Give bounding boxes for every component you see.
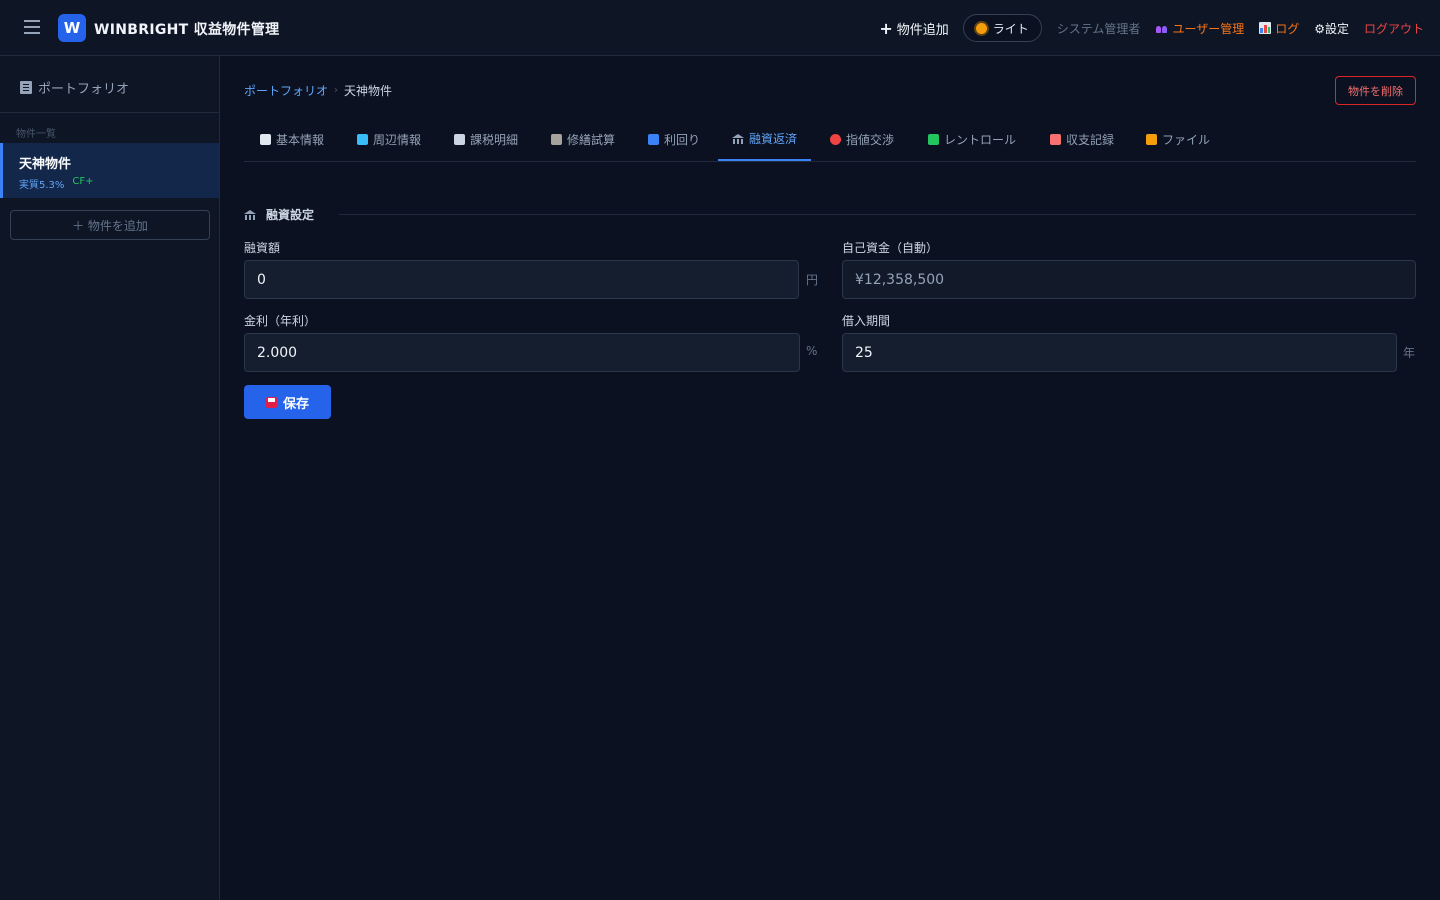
house-icon — [928, 134, 939, 145]
property-yield: 実質5.3% — [19, 180, 65, 191]
user-management-label: ユーザー管理 — [1172, 21, 1245, 36]
tab-bar: 基本情報 周辺情報 課税明細 修繕試算 利回り 融資返済 指値交渉 レントロール… — [244, 118, 1416, 162]
log-label: ログ — [1275, 21, 1300, 36]
add-property-button[interactable]: + 物件追加 — [879, 19, 948, 38]
sidebar-add-property-button[interactable]: ＋ 物件を追加 — [10, 210, 210, 240]
top-bar: W WINBRIGHT 収益物件管理 + 物件追加 ライト システム管理者 ユー… — [0, 0, 1440, 56]
bank-icon — [732, 133, 744, 144]
user-management-link[interactable]: ユーザー管理 — [1156, 20, 1244, 37]
breadcrumb-root[interactable]: ポートフォリオ — [244, 82, 328, 99]
bank-icon — [244, 209, 256, 220]
equity-label: 自己資金（自動） — [842, 241, 939, 255]
loan-section-header: 融資設定 — [244, 206, 314, 223]
interest-label: 金利（年利） — [244, 314, 317, 328]
target-icon — [830, 134, 841, 145]
app-title: WINBRIGHT 収益物件管理 — [94, 22, 280, 38]
delete-property-button[interactable]: 物件を削除 — [1335, 76, 1416, 105]
tab-tax-details[interactable]: 課税明細 — [440, 118, 532, 161]
menu-icon[interactable] — [24, 20, 40, 34]
theme-toggle-button[interactable]: ライト — [962, 14, 1042, 42]
property-meta: 実質5.3% CF+ — [19, 176, 94, 191]
term-label: 借入期間 — [842, 314, 891, 328]
tab-repair-estimate[interactable]: 修繕試算 — [537, 118, 629, 161]
header-nav: + 物件追加 ライト システム管理者 ユーザー管理 ログ ⚙設定 ログアウト — [879, 0, 1424, 56]
section-title: 融資設定 — [266, 208, 315, 222]
tab-yield[interactable]: 利回り — [634, 118, 714, 161]
loan-amount-input[interactable]: 0 — [244, 260, 799, 299]
sidebar-portfolio-label: ポートフォリオ — [38, 82, 130, 97]
tab-label: 融資返済 — [749, 132, 798, 146]
term-unit: 年 — [1403, 346, 1416, 360]
section-divider — [339, 214, 1416, 215]
save-button[interactable]: 保存 — [244, 385, 331, 419]
users-icon — [1156, 24, 1168, 33]
add-property-label: 物件追加 — [896, 22, 949, 38]
document-icon — [1050, 134, 1061, 145]
property-name: 天神物件 — [19, 157, 72, 172]
tab-label: 課税明細 — [470, 133, 519, 147]
floppy-disk-icon — [265, 396, 277, 408]
tab-rent-roll[interactable]: レントロール — [914, 118, 1030, 161]
settings-label: ⚙設定 — [1314, 21, 1349, 36]
receipt-icon — [454, 134, 465, 145]
tab-income-records[interactable]: 収支記録 — [1036, 118, 1128, 161]
theme-toggle-label: ライト — [992, 21, 1029, 36]
loan-term-input[interactable]: 25 — [842, 333, 1397, 372]
sidebar: ポートフォリオ 物件一覧 天神物件 実質5.3% CF+ ＋ 物件を追加 — [0, 56, 220, 900]
interest-unit: % — [806, 344, 818, 358]
sidebar-portfolio-link[interactable]: ポートフォリオ — [20, 78, 129, 97]
tab-label: レントロール — [944, 133, 1017, 147]
save-label: 保存 — [282, 396, 309, 412]
map-icon — [357, 134, 368, 145]
memo-icon — [260, 134, 271, 145]
sidebar-section-label: 物件一覧 — [16, 129, 56, 140]
equity-field: ¥12,358,500 — [842, 260, 1416, 299]
property-cf: CF+ — [72, 176, 94, 187]
tab-label: 基本情報 — [276, 133, 325, 147]
hammer-icon — [551, 134, 562, 145]
tab-label: 修繕試算 — [567, 133, 616, 147]
tab-files[interactable]: ファイル — [1132, 118, 1224, 161]
tab-label: 利回り — [664, 133, 701, 147]
logout-label: ログアウト — [1363, 21, 1424, 36]
bar-chart-icon — [648, 134, 659, 145]
sidebar-divider — [0, 112, 219, 113]
tab-label: 指値交渉 — [846, 133, 895, 147]
app-logo: W — [58, 14, 86, 42]
settings-link[interactable]: ⚙設定 — [1314, 20, 1349, 37]
chart-icon — [1259, 22, 1272, 34]
tab-label: 周辺情報 — [373, 133, 422, 147]
tab-basic-info[interactable]: 基本情報 — [246, 118, 338, 161]
building-icon — [20, 81, 32, 94]
tab-label: 収支記録 — [1066, 133, 1115, 147]
sidebar-property-item[interactable]: 天神物件 実質5.3% CF+ — [0, 143, 219, 198]
breadcrumb-current: 天神物件 — [344, 84, 393, 98]
plus-icon: + — [879, 18, 893, 38]
tab-label: ファイル — [1162, 133, 1211, 147]
loan-amount-unit: 円 — [806, 273, 819, 287]
log-link[interactable]: ログ — [1259, 20, 1299, 37]
user-role: システム管理者 — [1056, 21, 1141, 36]
sun-icon — [975, 22, 987, 34]
interest-rate-input[interactable]: 2.000 — [244, 333, 800, 372]
loan-amount-label: 融資額 — [244, 241, 281, 255]
breadcrumb: ポートフォリオ › 天神物件 — [244, 82, 392, 99]
logout-link[interactable]: ログアウト — [1364, 20, 1424, 37]
tab-surroundings[interactable]: 周辺情報 — [343, 118, 435, 161]
tab-loan-repayment[interactable]: 融資返済 — [718, 118, 812, 161]
breadcrumb-separator: › — [334, 85, 339, 96]
folder-icon — [1146, 134, 1157, 145]
tab-price-negotiation[interactable]: 指値交渉 — [816, 118, 908, 161]
